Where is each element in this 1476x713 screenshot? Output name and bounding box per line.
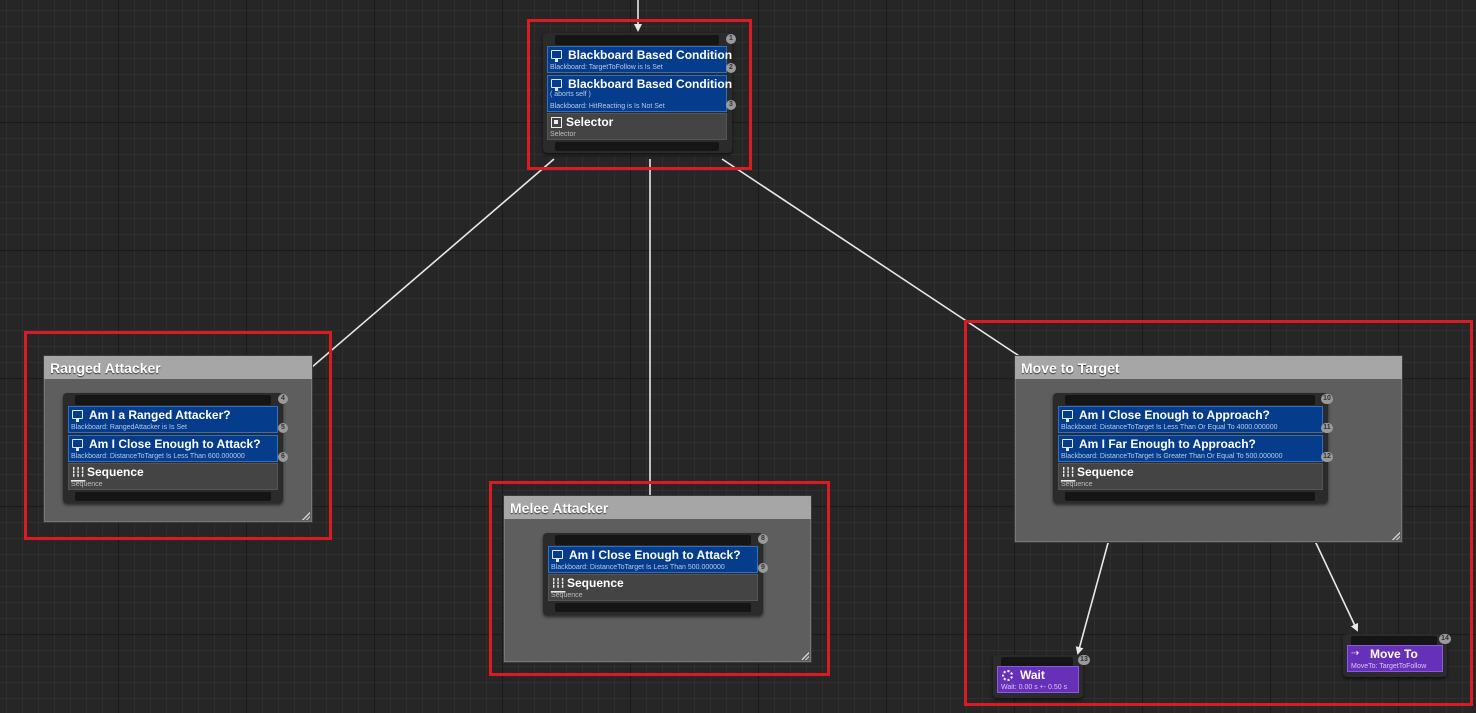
selector-icon [551,117,562,128]
blackboard-icon [551,79,562,91]
ranged-sequence-node[interactable]: 4 Am I a Ranged Attacker? Blackboard: Ra… [63,393,288,503]
decorator-abort-mode: ( aborts self ) [550,91,591,98]
task-description: MoveTo: TargetToFollow [1351,663,1427,670]
melee-sequence-node[interactable]: 8 Am I Close Enough to Attack? Blackboar… [543,533,768,615]
resize-grip[interactable] [302,512,310,520]
decorator-description: Blackboard: HitReacting is Is Not Set [550,103,665,110]
execution-index-badge: 2 [726,63,736,73]
blackboard-icon [72,410,83,422]
execution-index-badge: 6 [278,452,288,462]
wait-icon [1002,670,1013,681]
decorator-hit-reacting[interactable]: Blackboard Based Condition ( aborts self… [547,75,732,112]
comment-title[interactable]: Melee Attacker [504,496,811,519]
decorator-far-enough-to-approach[interactable]: Am I Far Enough to Approach? Blackboard:… [1058,435,1323,462]
output-pin[interactable] [75,492,271,501]
decorator-title: Am I Close Enough to Attack? [89,437,261,451]
decorator-close-enough-to-approach[interactable]: Am I Close Enough to Approach? Blackboar… [1058,406,1323,433]
execution-index-badge: 11 [1321,423,1333,433]
comment-title[interactable]: Ranged Attacker [44,356,312,379]
decorator-close-enough-to-attack[interactable]: Am I Close Enough to Attack? Blackboard:… [548,546,758,573]
decorator-description: Blackboard: TargetToFollow is Is Set [550,64,663,71]
task-title: Move To [1370,647,1418,661]
selector-node[interactable]: 1 Blackboard Based Condition Blackboard:… [543,33,736,153]
resize-grip[interactable] [1392,532,1400,540]
execution-index-badge: 4 [278,394,288,404]
composite-title: Sequence [1077,465,1134,479]
composite-description: Sequence [1061,481,1093,488]
execution-index-badge: 1 [726,34,736,44]
execution-index-badge: 5 [278,423,288,433]
input-pin[interactable] [555,35,719,45]
decorator-description: Blackboard: DistanceToTarget Is Greater … [1061,453,1283,460]
decorator-title: Am I Close Enough to Approach? [1079,408,1270,422]
execution-index-badge: 12 [1321,452,1333,462]
execution-index-badge: 10 [1321,394,1333,404]
execution-index-badge: 3 [726,100,736,110]
decorator-description: Blackboard: DistanceToTarget Is Less Tha… [551,564,725,571]
decorator-title: Blackboard Based Condition [568,48,733,62]
output-pin[interactable] [555,142,719,151]
decorator-description: Blackboard: DistanceToTarget Is Less Tha… [71,453,245,460]
decorator-description: Blackboard: DistanceToTarget Is Less Tha… [1061,424,1278,431]
task-wait[interactable]: Wait Wait: 0.00 s +- 0.50 s [997,666,1079,693]
decorator-target-to-follow[interactable]: Blackboard Based Condition Blackboard: T… [547,46,732,73]
composite-description: Selector [550,131,576,138]
composite-title: Sequence [87,465,144,479]
blackboard-icon [72,439,83,451]
composite-selector[interactable]: Selector Selector [547,113,727,140]
blackboard-icon [1062,410,1073,422]
composite-title: Sequence [567,576,624,590]
execution-index-badge: 13 [1078,655,1090,665]
blackboard-icon [1062,439,1073,451]
decorator-close-enough-to-attack[interactable]: Am I Close Enough to Attack? Blackboard:… [68,435,278,462]
task-description: Wait: 0.00 s +- 0.50 s [1001,684,1068,691]
wait-task-node[interactable]: 13 Wait Wait: 0.00 s +- 0.50 s [993,655,1090,698]
decorator-title: Am I a Ranged Attacker? [89,408,231,422]
composite-sequence[interactable]: ┇┇┇ ━━━ Sequence Sequence [1058,463,1323,490]
resize-grip[interactable] [801,652,809,660]
decorator-title: Am I Far Enough to Approach? [1079,437,1256,451]
decorator-description: Blackboard: RangedAttacker is Is Set [71,424,187,431]
output-pin[interactable] [555,603,751,612]
output-pin[interactable] [1065,492,1315,501]
move-sequence-node[interactable]: 10 Am I Close Enough to Approach? Blackb… [1053,393,1333,503]
execution-index-badge: 9 [758,563,768,573]
decorator-ranged-attacker[interactable]: Am I a Ranged Attacker? Blackboard: Rang… [68,406,278,433]
input-pin[interactable] [555,535,751,545]
composite-title: Selector [566,115,614,129]
execution-index-badge: 8 [758,534,768,544]
move-to-task-node[interactable]: 14 ⇢ Move To MoveTo: TargetToFollow [1343,634,1451,677]
decorator-title: Blackboard Based Condition [568,77,733,91]
input-pin[interactable] [1065,395,1315,405]
comment-title[interactable]: Move to Target [1015,356,1402,379]
composite-sequence[interactable]: ┇┇┇ ━━━ Sequence Sequence [548,574,758,601]
move-to-icon: ⇢ [1351,648,1360,659]
task-title: Wait [1020,668,1045,682]
blackboard-icon [552,550,563,562]
task-move-to[interactable]: ⇢ Move To MoveTo: TargetToFollow [1347,645,1443,672]
composite-description: Sequence [551,592,583,599]
composite-sequence[interactable]: ┇┇┇ ━━━ Sequence Sequence [68,463,278,490]
execution-index-badge: 14 [1439,634,1451,644]
blackboard-icon [551,50,562,62]
decorator-title: Am I Close Enough to Attack? [569,548,741,562]
input-pin[interactable] [75,395,271,405]
composite-description: Sequence [71,481,103,488]
